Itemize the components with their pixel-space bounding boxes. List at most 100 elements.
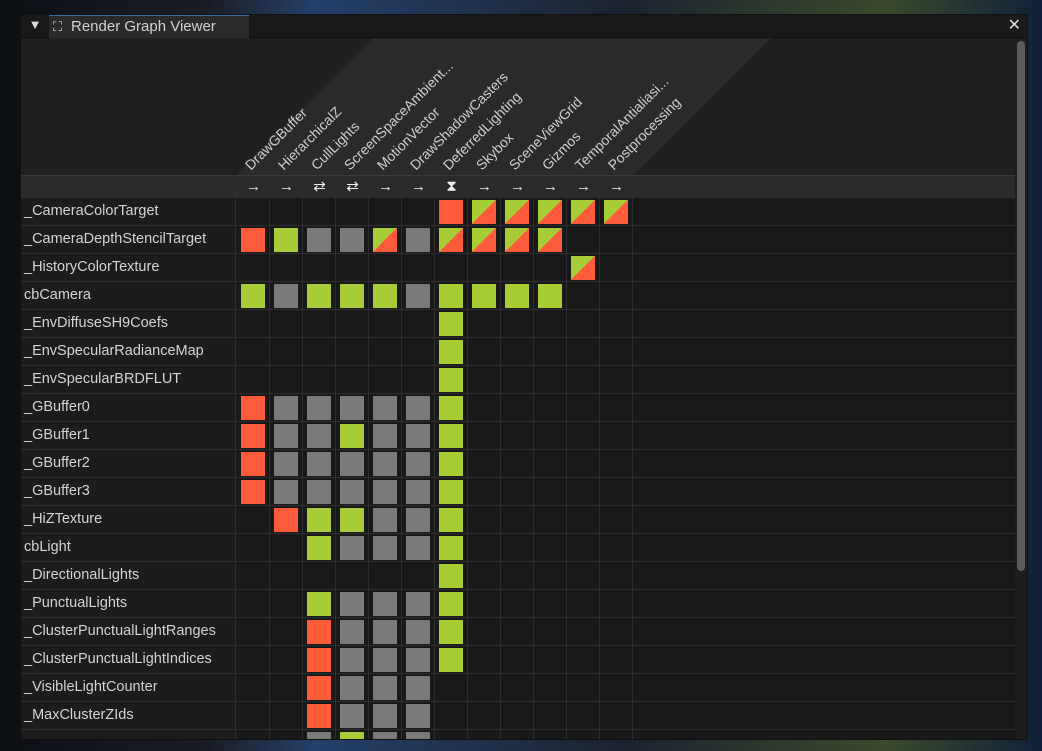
write-block[interactable]: [307, 648, 331, 672]
read-block[interactable]: [538, 284, 562, 308]
unused-block[interactable]: [406, 536, 430, 560]
write-block[interactable]: [307, 704, 331, 728]
read-block[interactable]: [340, 508, 364, 532]
write-block[interactable]: [307, 620, 331, 644]
read-block[interactable]: [439, 396, 463, 420]
resource-label[interactable]: _GBuffer1: [21, 422, 236, 449]
read-block[interactable]: [274, 228, 298, 252]
unused-block[interactable]: [373, 704, 397, 728]
resource-label[interactable]: _DirectionalLights: [21, 562, 236, 589]
unused-block[interactable]: [406, 480, 430, 504]
read-block[interactable]: [439, 564, 463, 588]
read-block[interactable]: [439, 452, 463, 476]
read-block[interactable]: [241, 284, 265, 308]
read-write-block[interactable]: [472, 200, 496, 224]
unused-block[interactable]: [373, 424, 397, 448]
unused-block[interactable]: [340, 452, 364, 476]
read-write-block[interactable]: [538, 228, 562, 252]
unused-block[interactable]: [274, 424, 298, 448]
unused-block[interactable]: [373, 676, 397, 700]
resource-label[interactable]: _EnvDiffuseSH9Coefs: [21, 310, 236, 337]
write-block[interactable]: [241, 424, 265, 448]
unused-block[interactable]: [406, 592, 430, 616]
unused-block[interactable]: [307, 228, 331, 252]
read-block[interactable]: [307, 284, 331, 308]
resource-label[interactable]: _PunctualLights: [21, 590, 236, 617]
resource-label[interactable]: [21, 730, 236, 739]
unused-block[interactable]: [373, 396, 397, 420]
resource-label[interactable]: _ClusterPunctualLightIndices: [21, 646, 236, 673]
read-block[interactable]: [439, 340, 463, 364]
read-write-block[interactable]: [571, 256, 595, 280]
resource-label[interactable]: _EnvSpecularRadianceMap: [21, 338, 236, 365]
unused-block[interactable]: [373, 592, 397, 616]
vertical-scrollbar[interactable]: [1017, 41, 1025, 571]
unused-block[interactable]: [373, 480, 397, 504]
unused-block[interactable]: [340, 648, 364, 672]
unused-block[interactable]: [406, 396, 430, 420]
unused-block[interactable]: [340, 396, 364, 420]
resource-label[interactable]: _GBuffer0: [21, 394, 236, 421]
unused-block[interactable]: [340, 480, 364, 504]
read-block[interactable]: [373, 284, 397, 308]
read-block[interactable]: [340, 732, 364, 739]
read-block[interactable]: [439, 620, 463, 644]
read-block[interactable]: [340, 424, 364, 448]
read-block[interactable]: [472, 284, 496, 308]
dropdown-menu-icon[interactable]: ▼: [25, 17, 45, 35]
unused-block[interactable]: [373, 648, 397, 672]
unused-block[interactable]: [406, 508, 430, 532]
unused-block[interactable]: [406, 284, 430, 308]
read-block[interactable]: [439, 508, 463, 532]
unused-block[interactable]: [307, 732, 331, 739]
read-block[interactable]: [439, 592, 463, 616]
resource-label[interactable]: _CameraDepthStencilTarget: [21, 226, 236, 253]
unused-block[interactable]: [340, 536, 364, 560]
unused-block[interactable]: [373, 536, 397, 560]
unused-block[interactable]: [406, 704, 430, 728]
unused-block[interactable]: [406, 732, 430, 739]
read-write-block[interactable]: [571, 200, 595, 224]
resource-label[interactable]: _EnvSpecularBRDFLUT: [21, 366, 236, 393]
read-block[interactable]: [439, 536, 463, 560]
unused-block[interactable]: [340, 592, 364, 616]
read-block[interactable]: [307, 508, 331, 532]
resource-label[interactable]: _MaxClusterZIds: [21, 702, 236, 729]
unused-block[interactable]: [406, 620, 430, 644]
resource-label[interactable]: cbCamera: [21, 282, 236, 309]
read-write-block[interactable]: [538, 200, 562, 224]
unused-block[interactable]: [406, 648, 430, 672]
resource-label[interactable]: _VisibleLightCounter: [21, 674, 236, 701]
unused-block[interactable]: [340, 676, 364, 700]
read-block[interactable]: [439, 312, 463, 336]
unused-block[interactable]: [406, 228, 430, 252]
unused-block[interactable]: [274, 284, 298, 308]
unused-block[interactable]: [406, 424, 430, 448]
resource-label[interactable]: _CameraColorTarget: [21, 198, 236, 225]
write-block[interactable]: [241, 396, 265, 420]
close-icon[interactable]: ✕: [1008, 15, 1021, 37]
read-write-block[interactable]: [373, 228, 397, 252]
resource-label[interactable]: _GBuffer3: [21, 478, 236, 505]
read-block[interactable]: [439, 480, 463, 504]
read-block[interactable]: [505, 284, 529, 308]
resource-label[interactable]: _ClusterPunctualLightRanges: [21, 618, 236, 645]
write-block[interactable]: [241, 228, 265, 252]
unused-block[interactable]: [340, 704, 364, 728]
write-block[interactable]: [241, 452, 265, 476]
resource-label[interactable]: cbLight: [21, 534, 236, 561]
read-block[interactable]: [439, 424, 463, 448]
read-write-block[interactable]: [604, 200, 628, 224]
read-write-block[interactable]: [472, 228, 496, 252]
unused-block[interactable]: [274, 452, 298, 476]
read-block[interactable]: [439, 368, 463, 392]
read-write-block[interactable]: [505, 200, 529, 224]
resource-label[interactable]: _HiZTexture: [21, 506, 236, 533]
unused-block[interactable]: [274, 480, 298, 504]
read-block[interactable]: [307, 536, 331, 560]
write-block[interactable]: [307, 676, 331, 700]
read-write-block[interactable]: [505, 228, 529, 252]
unused-block[interactable]: [307, 424, 331, 448]
unused-block[interactable]: [274, 396, 298, 420]
write-block[interactable]: [241, 480, 265, 504]
